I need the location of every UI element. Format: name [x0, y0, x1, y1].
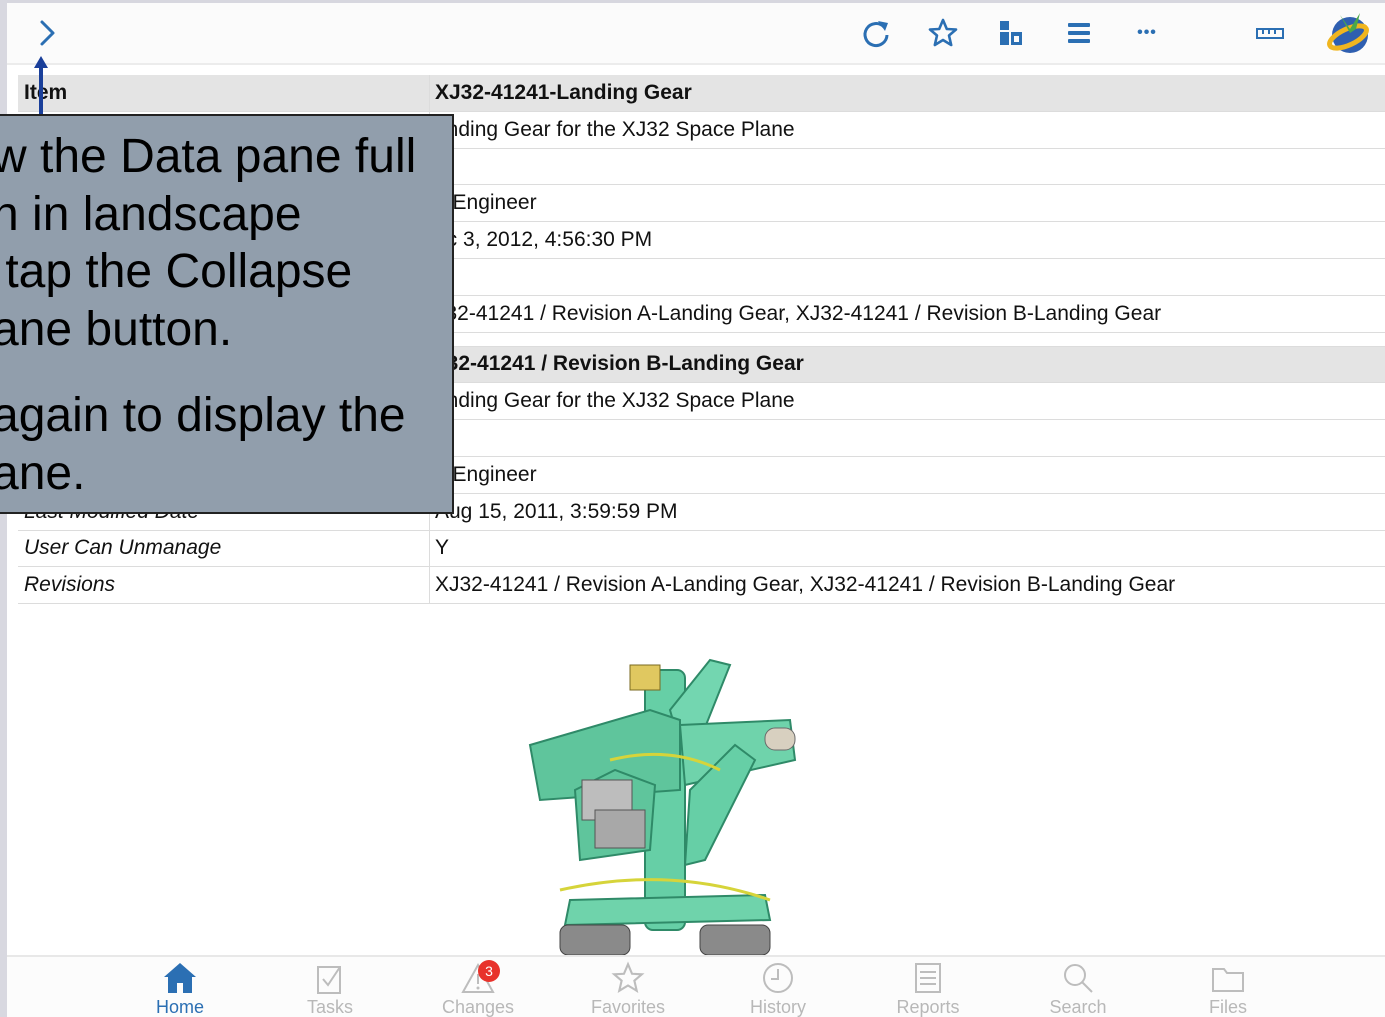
instruction-callout: w the Data pane full n in landscape tap …: [0, 114, 454, 514]
measure-icon: [1256, 28, 1284, 39]
tasks-icon: [310, 960, 350, 996]
refresh-button[interactable]: [856, 13, 896, 53]
tab-reports[interactable]: Reports: [873, 960, 983, 1017]
callout-line: ane button.: [0, 302, 233, 356]
app-logo-icon: [1327, 13, 1369, 53]
tab-history[interactable]: History: [723, 960, 833, 1017]
tab-label: Changes: [441, 997, 515, 1017]
callout-line: n in landscape: [0, 187, 302, 241]
tab-label: Home: [155, 997, 204, 1017]
row-value: Aug 15, 2011, 3:59:59 PM: [435, 499, 678, 523]
folder-icon: [1208, 960, 1248, 996]
tab-tasks[interactable]: Tasks: [275, 960, 385, 1017]
list-view-button[interactable]: [1059, 13, 1099, 53]
star-icon: [608, 960, 648, 996]
measure-button[interactable]: [1250, 13, 1290, 53]
row-value: d Engineer: [435, 462, 537, 486]
row-value: Y: [435, 536, 450, 560]
callout-line: tap the Collapse: [0, 245, 353, 298]
item-header-key: Item: [18, 75, 430, 111]
reports-icon: [908, 960, 948, 996]
list-icon: [1068, 23, 1090, 43]
row-value: XJ32-41241 / Revision A-Landing Gear, XJ…: [435, 573, 1176, 597]
revision-header-value: J32-41241 / Revision B-Landing Gear: [435, 352, 804, 376]
tab-changes[interactable]: 3 Changes: [423, 960, 533, 1017]
tab-label: Tasks: [306, 997, 353, 1017]
tab-favorites[interactable]: Favorites: [573, 960, 683, 1017]
refresh-icon: [863, 21, 889, 48]
tab-label: History: [749, 997, 806, 1017]
row-value: J32-41241 / Revision A-Landing Gear, XJ3…: [435, 301, 1162, 325]
callout-line: ane.: [0, 446, 86, 500]
tab-label: Search: [1049, 997, 1107, 1017]
row-value: ec 3, 2012, 4:56:30 PM: [435, 228, 653, 252]
row-key: Revisions: [18, 567, 430, 604]
tab-label: Favorites: [590, 997, 666, 1017]
tab-search[interactable]: Search: [1023, 960, 1133, 1017]
app-logo[interactable]: [1325, 8, 1375, 58]
tab-files[interactable]: Files: [1173, 960, 1283, 1017]
changes-icon: 3: [458, 960, 500, 996]
search-icon: [1058, 960, 1098, 996]
bottom-tab-bar: Home Tasks 3 Changes Favorites History R…: [7, 955, 1385, 1017]
row-key: User Can Unmanage: [18, 530, 430, 567]
clock-icon: [758, 960, 798, 996]
callout-line: again to display the: [0, 389, 406, 442]
table-row: User Can Unmanage Y: [18, 530, 1385, 568]
favorite-button[interactable]: [923, 13, 963, 53]
changes-badge: 3: [478, 960, 500, 982]
structure-icon: [1000, 21, 1022, 45]
tab-home[interactable]: Home: [125, 960, 235, 1017]
tab-label: Files: [1208, 997, 1247, 1017]
row-value: anding Gear for the XJ32 Space Plane: [435, 389, 795, 413]
top-toolbar: •••: [7, 3, 1385, 65]
landing-gear-model[interactable]: [520, 650, 810, 955]
row-value: d Engineer: [435, 191, 537, 215]
expand-pane-button[interactable]: [27, 13, 67, 53]
structure-button[interactable]: [991, 13, 1031, 53]
item-header-row: Item XJ32-41241-Landing Gear: [18, 75, 1385, 112]
callout-line: w the Data pane full: [0, 130, 417, 183]
chevron-right-icon: [40, 20, 55, 46]
more-icon: •••: [1137, 24, 1157, 41]
tab-label: Reports: [896, 997, 960, 1017]
item-header-value: XJ32-41241-Landing Gear: [435, 80, 692, 104]
pointer-arrow: [34, 56, 48, 118]
table-row: Revisions XJ32-41241 / Revision A-Landing…: [18, 567, 1385, 605]
star-icon: [928, 18, 958, 47]
row-value: anding Gear for the XJ32 Space Plane: [435, 117, 795, 141]
home-icon: [160, 960, 200, 996]
more-button[interactable]: •••: [1127, 13, 1167, 53]
